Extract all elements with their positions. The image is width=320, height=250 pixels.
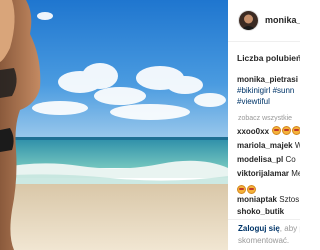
avatar-image (239, 11, 258, 30)
comment-username[interactable]: moniaptak (237, 195, 277, 204)
login-prompt-line-2: skomentować. (238, 236, 290, 245)
emoji-icon (272, 126, 282, 135)
likes-count[interactable]: Liczba polubień: (237, 53, 300, 63)
comment-username[interactable]: modelisa_pl (237, 155, 283, 164)
login-prompt-line: Zaloguj się, aby p (238, 224, 300, 233)
beach-photo-image (0, 0, 228, 250)
comment-username[interactable]: mariola_majek (237, 141, 293, 150)
comment-item: xxoo0xx (237, 126, 300, 136)
caption-username[interactable]: monika_pietrasi (237, 75, 298, 84)
comment-text: Me (291, 169, 300, 178)
comment-text: Sztos (279, 195, 300, 204)
comment-item: modelisa_pl Co (237, 155, 296, 164)
comment-text: W (294, 141, 300, 150)
emoji-icon (247, 185, 256, 194)
avatar[interactable] (238, 10, 259, 31)
comment-item: shoko_butik (237, 207, 284, 216)
post-photo[interactable] (0, 0, 228, 250)
emoji-icon (292, 126, 300, 135)
login-prompt: Zaloguj się, aby p skomentować. (228, 219, 300, 245)
comment-item: viktorijalamar Me (237, 169, 300, 178)
comment-item: moniaptak Sztos (237, 195, 299, 204)
comment-item: mariola_majek W (237, 141, 300, 150)
login-prompt-text: , aby p (279, 224, 300, 233)
post-username[interactable]: monika_p (265, 15, 300, 25)
comment-username[interactable]: xxoo0xx (237, 127, 269, 136)
emoji-icon (237, 185, 246, 194)
login-link[interactable]: Zaloguj się (238, 224, 280, 233)
post-header: monika_p (228, 0, 300, 42)
emoji-icon (282, 126, 292, 135)
comment-username[interactable]: shoko_butik (237, 207, 284, 216)
post-side-panel: monika_p Liczba polubień: monika_pietras… (228, 0, 300, 250)
see-all-comments-link[interactable]: zobacz wszystkie (238, 115, 292, 122)
comment-username[interactable]: viktorijalamar (237, 169, 289, 178)
caption-hashtag-viewtiful[interactable]: #viewtiful (237, 97, 270, 106)
comment-text: Co (285, 155, 296, 164)
caption-hashtags[interactable]: #bikinigirl #sunn (237, 86, 294, 95)
